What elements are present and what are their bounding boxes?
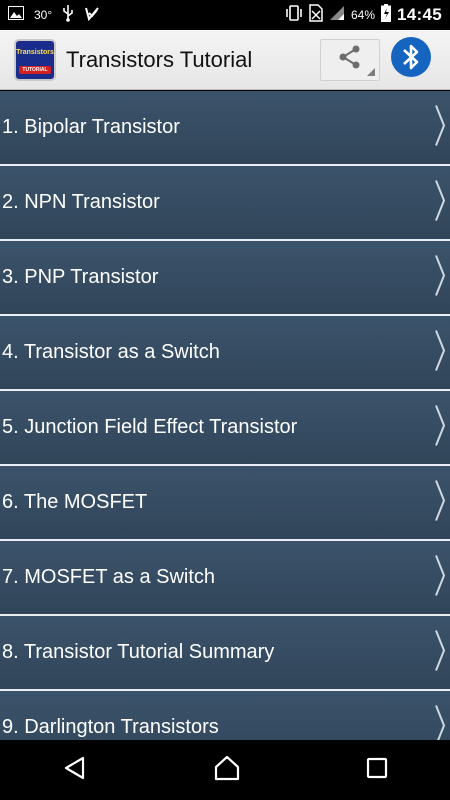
chevron-right-icon	[434, 703, 446, 740]
list-item[interactable]: 6. The MOSFET	[0, 466, 450, 541]
chevron-right-icon	[434, 553, 446, 602]
vibrate-icon	[285, 5, 303, 25]
overflow-corner	[367, 67, 375, 76]
list-item-label: 2. NPN Transistor	[2, 191, 160, 213]
app-logo: Transistors TUTORIAL	[14, 38, 56, 81]
app-logo-subtext: TUTORIAL	[19, 66, 51, 74]
list-item-label: 9. Darlington Transistors	[2, 716, 219, 738]
clock: 14:45	[397, 5, 442, 24]
list-item-label: 7. MOSFET as a Switch	[2, 566, 216, 588]
temperature-text: 30°	[34, 8, 53, 22]
chevron-right-icon	[434, 328, 446, 377]
recents-icon	[366, 757, 388, 783]
usb-icon	[62, 4, 74, 26]
back-button[interactable]	[62, 755, 88, 786]
list-item[interactable]: 2. NPN Transistor	[0, 166, 450, 241]
checkbox-notify-icon	[84, 5, 100, 25]
list-item-label: 3. PNP Transistor	[2, 266, 159, 288]
tutorial-list: 1. Bipolar Transistor 2. NPN Transistor …	[0, 91, 450, 740]
battery-icon	[381, 4, 392, 26]
list-item-label: 5. Junction Field Effect Transistor	[2, 416, 298, 438]
list-item-label: 4. Transistor as a Switch	[2, 341, 220, 363]
chevron-right-icon	[434, 178, 446, 227]
bluetooth-button[interactable]	[386, 35, 436, 85]
list-item[interactable]: 5. Junction Field Effect Transistor	[0, 391, 450, 466]
chevron-right-icon	[434, 403, 446, 452]
list-item-label: 1. Bipolar Transistor	[2, 116, 180, 138]
list-item[interactable]: 9. Darlington Transistors	[0, 691, 450, 740]
list-item[interactable]: 8. Transistor Tutorial Summary	[0, 616, 450, 691]
home-icon	[213, 755, 241, 785]
share-icon	[336, 43, 364, 76]
home-button[interactable]	[213, 755, 241, 786]
status-bar: 30° 64% 14:45	[0, 0, 450, 30]
no-sim-icon	[309, 4, 323, 26]
gallery-icon	[8, 6, 24, 24]
recents-button[interactable]	[366, 757, 388, 784]
share-button[interactable]	[320, 38, 380, 81]
app-bar: Transistors TUTORIAL Transistors Tutoria…	[0, 30, 450, 90]
list-item-label: 6. The MOSFET	[2, 491, 148, 513]
battery-percent: 64%	[350, 8, 376, 22]
app-logo-text: Transistors	[16, 49, 54, 56]
list-item-label: 8. Transistor Tutorial Summary	[2, 641, 275, 663]
chevron-right-icon	[434, 253, 446, 302]
signal-icon	[329, 5, 345, 25]
list-item[interactable]: 7. MOSFET as a Switch	[0, 541, 450, 616]
chevron-right-icon	[434, 103, 446, 152]
chevron-right-icon	[434, 628, 446, 677]
chevron-right-icon	[434, 478, 446, 527]
list-item[interactable]: 3. PNP Transistor	[0, 241, 450, 316]
back-icon	[62, 756, 88, 785]
page-title: Transistors Tutorial	[66, 46, 253, 72]
bluetooth-icon	[390, 36, 432, 83]
list-item[interactable]: 4. Transistor as a Switch	[0, 316, 450, 391]
navigation-bar	[0, 740, 450, 800]
list-item[interactable]: 1. Bipolar Transistor	[0, 91, 450, 166]
